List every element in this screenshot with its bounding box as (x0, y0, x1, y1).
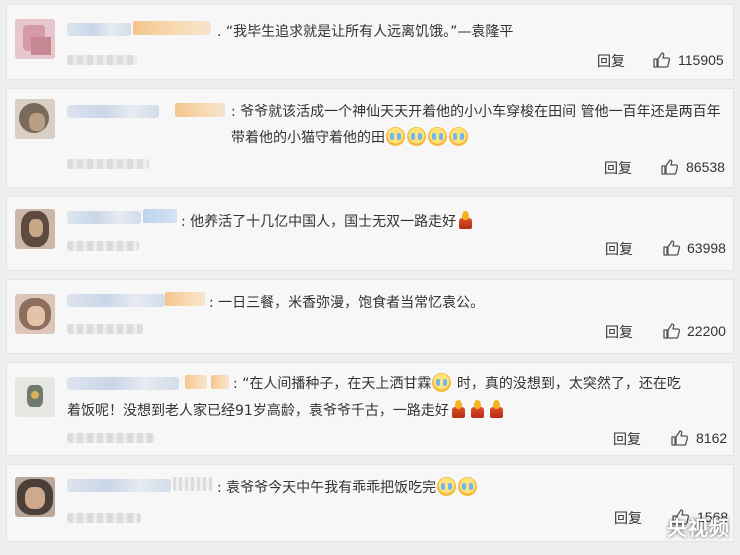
timestamp-blurred (67, 55, 137, 65)
crying-emoji-icon (432, 373, 452, 392)
user-badge (211, 375, 229, 389)
like-count: 115905 (678, 52, 724, 68)
reply-button[interactable]: 回复 (614, 508, 642, 528)
comment-card: : 袁爷爷今天中午我有乖乖把饭吃完 回复 1568 (6, 464, 734, 542)
reply-button[interactable]: 回复 (613, 429, 641, 449)
username-blurred[interactable] (67, 23, 131, 36)
crying-emoji-icon (428, 127, 447, 146)
comment-text: : 他养活了十几亿中国人，国士无双一路走好 (181, 209, 475, 235)
avatar[interactable] (15, 19, 55, 59)
avatar[interactable] (15, 99, 55, 139)
avatar[interactable] (15, 477, 55, 517)
like-count: 22200 (687, 323, 726, 339)
avatar[interactable] (15, 209, 55, 249)
candle-emoji-icon (450, 400, 467, 418)
comment-text: : 一日三餐，米香弥漫，饱食者当常忆袁公。 (209, 295, 485, 311)
username-blurred[interactable] (67, 211, 141, 224)
crying-emoji-icon (458, 477, 478, 496)
user-badge (185, 375, 207, 389)
thumbs-up-icon[interactable] (662, 321, 682, 341)
comment-text: : “在人间播种子，在天上洒甘霖 时，真的没想到，太突然了，还在吃 (233, 371, 733, 397)
comment-card: : 他养活了十几亿中国人，国士无双一路走好 回复 63998 (6, 196, 734, 271)
avatar[interactable] (15, 377, 55, 417)
thumbs-up-icon[interactable] (660, 157, 680, 177)
user-badge (133, 21, 211, 35)
crying-emoji-icon (386, 127, 405, 146)
thumbs-up-icon[interactable] (670, 428, 690, 448)
reply-button[interactable]: 回复 (605, 239, 633, 259)
comment-card: : 爷爷就该活成一个神仙天天开着他的小小车穿梭在田间 管他一百年还是两百年 带着… (6, 88, 734, 188)
comment-text: : 袁爷爷今天中午我有乖乖把饭吃完 (217, 475, 478, 501)
user-badge (173, 477, 213, 491)
watermark-logo: 央视频 (667, 516, 730, 540)
like-count: 86538 (686, 159, 725, 175)
user-badge (175, 103, 225, 117)
username-blurred[interactable] (67, 294, 165, 307)
user-badge (143, 209, 177, 223)
like-count: 8162 (696, 430, 728, 446)
comment-card: . “我毕生追求就是让所有人远离饥饿。”—袁隆平 回复 115905 (6, 4, 734, 80)
comment-card: : 一日三餐，米香弥漫，饱食者当常忆袁公。 回复 22200 (6, 279, 734, 354)
user-badge (165, 292, 205, 306)
thumbs-up-icon[interactable] (662, 238, 682, 258)
candle-emoji-icon (488, 400, 505, 418)
username-blurred[interactable] (67, 105, 159, 118)
crying-emoji-icon (437, 477, 457, 496)
username-blurred[interactable] (67, 377, 179, 390)
crying-emoji-icon (449, 127, 468, 146)
timestamp-blurred (67, 159, 149, 169)
crying-emoji-icon (407, 127, 426, 146)
username-blurred[interactable] (67, 479, 171, 492)
like-count: 63998 (687, 240, 726, 256)
comment-card: : “在人间播种子，在天上洒甘霖 时，真的没想到，太突然了，还在吃 着饭呢！没想… (6, 362, 734, 456)
avatar[interactable] (15, 294, 55, 334)
timestamp-blurred (67, 513, 141, 523)
reply-button[interactable]: 回复 (597, 51, 625, 71)
thumbs-up-icon[interactable] (652, 50, 672, 70)
comment-text: . “我毕生追求就是让所有人远离饥饿。”—袁隆平 (217, 24, 514, 40)
candle-emoji-icon (457, 211, 474, 229)
comment-text: : 爷爷就该活成一个神仙天天开着他的小小车穿梭在田间 管他一百年还是两百年 带着… (231, 104, 721, 146)
timestamp-blurred (67, 433, 155, 443)
reply-button[interactable]: 回复 (604, 158, 632, 178)
comment-text: 着饭呢！没想到老人家已经91岁高龄，袁爷爷千古，一路走好 (67, 398, 667, 424)
candle-emoji-icon (469, 400, 486, 418)
reply-button[interactable]: 回复 (605, 322, 633, 342)
timestamp-blurred (67, 324, 143, 334)
timestamp-blurred (67, 241, 139, 251)
